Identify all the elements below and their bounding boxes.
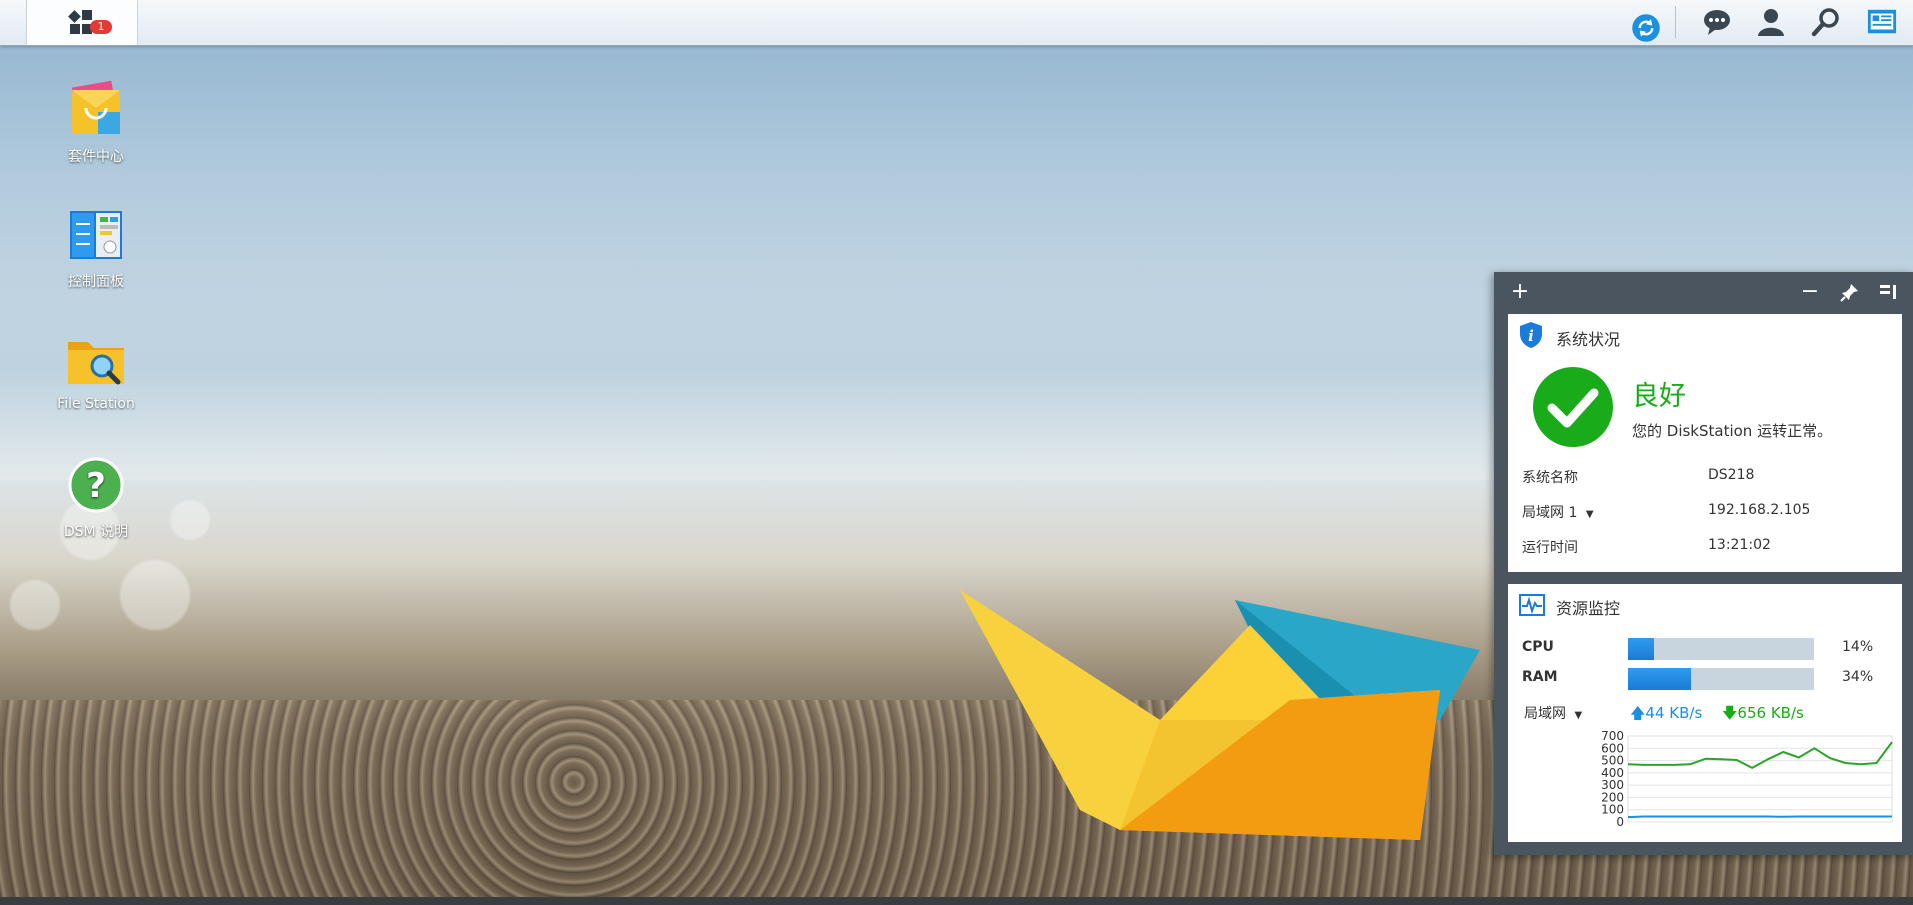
desktop-icon-label: 控制面板 — [68, 274, 124, 290]
search-icon[interactable] — [1811, 7, 1841, 37]
resource-monitor-title: 资源监控 — [1556, 599, 1621, 618]
ram-usage-bar — [1628, 668, 1814, 690]
widgets-icon[interactable] — [1867, 7, 1897, 37]
upload-speed: 🡅44 KB/s — [1630, 704, 1703, 722]
health-status-message: 您的 DiskStation 运转正常。 — [1632, 422, 1833, 440]
main-menu-button[interactable]: 1 — [26, 0, 138, 45]
svg-text:?: ? — [86, 466, 106, 506]
resource-monitor-widget: 资源监控 CPU 14% RAM 34% 局域网 ▼ 🡅44 KB/s 🡇656… — [1508, 584, 1902, 842]
user-icon[interactable] — [1756, 7, 1786, 37]
cpu-percent: 14% — [1842, 639, 1874, 655]
taskbar: 1 — [0, 0, 1913, 46]
ram-percent: 34% — [1842, 669, 1874, 685]
lan-selector[interactable]: 局域网 1 ▼ — [1522, 502, 1594, 522]
uptime-value: 13:21:02 — [1708, 537, 1771, 553]
svg-text:i: i — [1528, 327, 1534, 345]
health-ok-icon — [1533, 367, 1613, 447]
system-health-widget: i 系统状况 良好 您的 DiskStation 运转正常。 系统名称 DS21… — [1508, 314, 1902, 572]
health-status: 良好 — [1632, 381, 1686, 412]
network-traffic-chart: 7006005004003002001000 — [1601, 730, 1893, 829]
chevron-down-icon: ▼ — [1574, 710, 1583, 721]
download-arrow-icon: 🡇 — [1722, 704, 1738, 722]
widget-panel: + − i 系统状况 良好 您的 DiskStation 运转正常。 系统名称 … — [1494, 272, 1913, 855]
widget-layout-icon[interactable] — [1878, 282, 1898, 302]
control-panel-icon — [64, 203, 128, 267]
system-name-value: DS218 — [1708, 467, 1755, 483]
notification-count-badge: 1 — [90, 20, 112, 34]
cpu-usage-fill — [1628, 638, 1655, 660]
shield-info-icon: i — [1520, 322, 1542, 348]
desktop-icon-label: 套件中心 — [68, 149, 124, 165]
lan-label: 局域网 1 — [1522, 505, 1578, 521]
paper-boats-illustration — [960, 590, 1480, 840]
separator — [1675, 6, 1676, 38]
desktop-icon-label: DSM 说明 — [63, 524, 129, 540]
desktop-icon-file-station[interactable]: File Station — [26, 328, 166, 412]
system-health-title: 系统状况 — [1556, 330, 1621, 349]
chart-y-tick-label: 0 — [1616, 815, 1624, 829]
network-selector[interactable]: 局域网 ▼ — [1524, 703, 1582, 723]
system-name-label: 系统名称 — [1522, 470, 1578, 486]
desktop-icon-label: File Station — [57, 396, 135, 412]
desktop-icon-control-panel[interactable]: 控制面板 — [26, 203, 166, 291]
file-station-icon — [64, 328, 128, 392]
package-center-icon — [64, 78, 128, 142]
chart-series-line-upload — [1627, 815, 1892, 819]
lan-ip-value: 192.168.2.105 — [1708, 502, 1811, 518]
cpu-label: CPU — [1522, 639, 1554, 655]
upload-arrow-icon: 🡅 — [1630, 704, 1646, 722]
chart-plot-area — [1627, 735, 1893, 823]
pin-icon[interactable] — [1840, 282, 1860, 302]
cpu-usage-bar — [1628, 638, 1814, 660]
help-icon: ? — [64, 453, 128, 517]
notification-icon[interactable] — [1702, 7, 1732, 37]
desktop-icon-dsm-help[interactable]: ? DSM 说明 — [26, 453, 166, 541]
uptime-label: 运行时间 — [1522, 540, 1578, 556]
chevron-down-icon: ▼ — [1585, 509, 1594, 520]
bokeh-light — [170, 500, 210, 540]
desktop-icon-package-center[interactable]: 套件中心 — [26, 78, 166, 166]
bottom-edge — [0, 897, 1913, 905]
add-widget-button[interactable]: + — [1510, 281, 1530, 303]
resource-monitor-icon — [1519, 594, 1545, 616]
minimize-widget-button[interactable]: − — [1800, 281, 1820, 303]
ram-label: RAM — [1522, 669, 1558, 685]
bokeh-light — [120, 560, 190, 630]
bokeh-light — [10, 580, 60, 630]
network-label: 局域网 — [1524, 706, 1566, 722]
ram-usage-fill — [1628, 668, 1692, 690]
sync-icon[interactable] — [1631, 13, 1661, 43]
download-speed: 🡇656 KB/s — [1722, 704, 1804, 722]
